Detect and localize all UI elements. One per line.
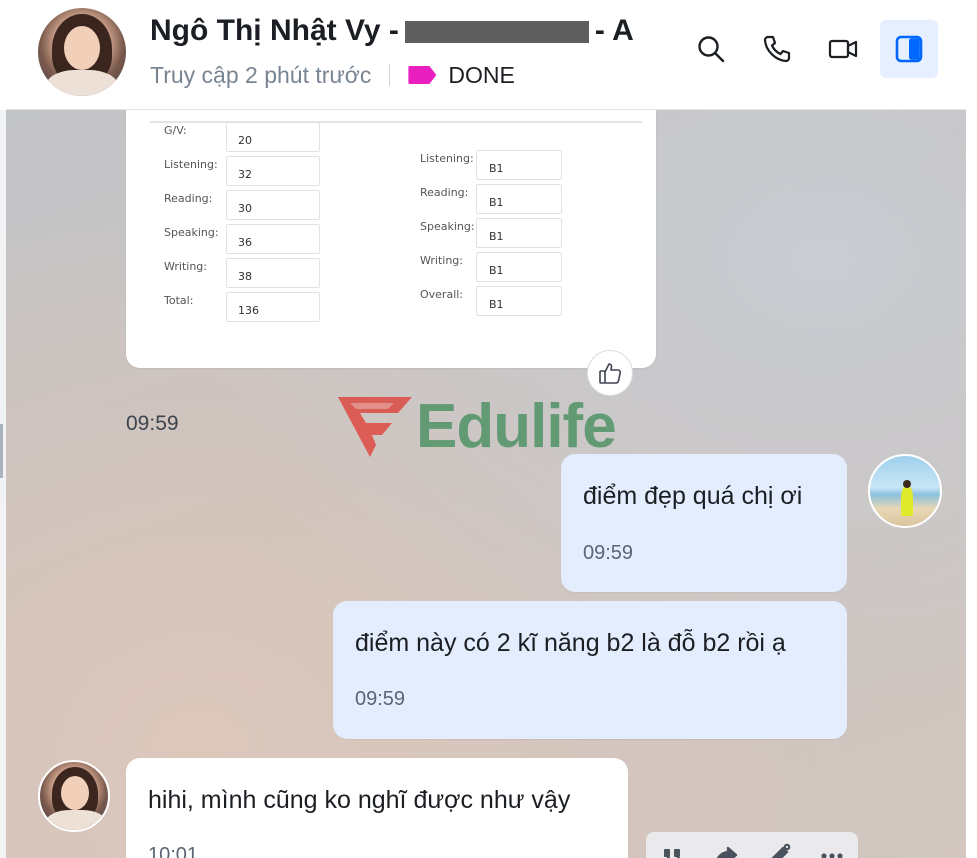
score-label: Reading:: [164, 192, 213, 205]
search-button[interactable]: [682, 20, 740, 78]
video-call-button[interactable]: [814, 20, 872, 78]
score-label: Writing:: [164, 260, 207, 273]
image-message[interactable]: G/V: 20 Listening: 32 Reading: 30 Speaki…: [126, 110, 656, 368]
score-value: 20: [226, 122, 320, 152]
level-row-overall: Overall: B1: [420, 286, 562, 316]
image-timestamp: 09:59: [126, 412, 179, 435]
more-button[interactable]: [818, 842, 846, 858]
score-label: Speaking:: [164, 226, 219, 239]
level-label: Writing:: [420, 254, 463, 267]
score-value: 38: [226, 258, 320, 288]
thumbs-up-icon: [599, 363, 622, 384]
message-bubble-outgoing[interactable]: điểm đẹp quá chị ơi 09:59: [561, 454, 847, 592]
score-value: 36: [226, 224, 320, 254]
score-row-total: Total: 136: [164, 292, 320, 322]
avatar-shirt: [46, 810, 106, 830]
phone-icon: [763, 35, 791, 63]
level-row-writing: Writing: B1: [420, 252, 562, 282]
status-divider: [389, 64, 391, 86]
score-value: 30: [226, 190, 320, 220]
edulife-logo-mark: [338, 397, 412, 457]
voice-call-button[interactable]: [748, 20, 806, 78]
message-time: 09:59: [355, 688, 406, 710]
level-value: B1: [476, 252, 562, 282]
tag-icon[interactable]: [408, 66, 437, 84]
edulife-watermark: Edulife: [336, 392, 617, 461]
contact-name-suffix: - A: [594, 14, 634, 47]
message-time: 09:59: [583, 542, 634, 564]
level-value: B1: [476, 286, 562, 316]
edit-button[interactable]: [765, 842, 793, 858]
message-text: hihi, mình cũng ko nghĩ được như vậy: [148, 786, 571, 814]
chat-header: Ngô Thị Nhật Vy - - A Truy cập 2 phút trư…: [6, 0, 966, 110]
level-label: Reading:: [420, 186, 469, 199]
chat-area[interactable]: G/V: 20 Listening: 32 Reading: 30 Speaki…: [6, 110, 966, 858]
score-row-gv: G/V: 20: [164, 122, 320, 152]
message-text: điểm đẹp quá chị ơi: [583, 482, 803, 510]
watermark-text: Edulife: [416, 392, 617, 461]
quote-button[interactable]: [659, 842, 687, 858]
contact-name[interactable]: Ngô Thị Nhật Vy - - A: [150, 14, 656, 48]
name-redaction: [404, 21, 589, 44]
header-actions: [682, 20, 938, 78]
message-action-toolbar: [646, 832, 858, 858]
avatar-face: [64, 26, 100, 70]
forward-icon: [716, 846, 737, 858]
level-label: Speaking:: [420, 220, 475, 233]
quote-icon: [663, 849, 680, 858]
score-row-writing: Writing: 38: [164, 258, 320, 288]
self-avatar[interactable]: [868, 454, 942, 528]
contact-avatar[interactable]: [38, 8, 126, 96]
contact-avatar-small[interactable]: [38, 760, 110, 832]
avatar-figure: [901, 486, 913, 516]
score-row-reading: Reading: 30: [164, 190, 320, 220]
contact-name-prefix: Ngô Thị Nhật Vy -: [150, 14, 399, 47]
more-icon: [820, 853, 843, 858]
level-row-listening: Listening: B1: [420, 150, 562, 180]
left-rail-scroll-mark[interactable]: [0, 424, 3, 478]
message-text: điểm này có 2 kĩ năng b2 là đỗ b2 rồi ạ: [355, 629, 786, 657]
score-value: 32: [226, 156, 320, 186]
avatar-face: [61, 776, 89, 810]
last-seen-text: Truy cập 2 phút trước: [150, 61, 372, 88]
like-reaction-button[interactable]: [587, 350, 633, 396]
forward-button[interactable]: [712, 842, 740, 858]
avatar-head: [903, 480, 911, 488]
level-value: B1: [476, 218, 562, 248]
level-row-reading: Reading: B1: [420, 184, 562, 214]
score-label: Total:: [164, 294, 194, 307]
edit-icon: [770, 843, 790, 858]
level-value: B1: [476, 184, 562, 214]
message-time: 10:01: [148, 844, 199, 858]
score-label: Listening:: [164, 158, 218, 171]
avatar-shirt: [46, 70, 118, 96]
level-row-speaking: Speaking: B1: [420, 218, 562, 248]
status-line: Truy cập 2 phút trước DONE: [150, 60, 515, 90]
right-rail: [966, 110, 977, 858]
score-label: G/V:: [164, 124, 187, 137]
message-bubble-outgoing[interactable]: điểm này có 2 kĩ năng b2 là đỗ b2 rồi ạ …: [333, 601, 847, 739]
score-row-speaking: Speaking: 36: [164, 224, 320, 254]
search-icon: [698, 36, 725, 63]
video-call-icon: [828, 39, 858, 59]
tag-label[interactable]: DONE: [448, 62, 514, 89]
level-label: Listening:: [420, 152, 474, 165]
level-value: B1: [476, 150, 562, 180]
conversation-info-button[interactable]: [880, 20, 938, 78]
score-row-listening: Listening: 32: [164, 156, 320, 186]
score-value: 136: [226, 292, 320, 322]
level-label: Overall:: [420, 288, 464, 301]
sidebar-toggle-icon: [895, 35, 923, 63]
message-bubble-incoming[interactable]: hihi, mình cũng ko nghĩ được như vậy 10:…: [126, 758, 628, 858]
